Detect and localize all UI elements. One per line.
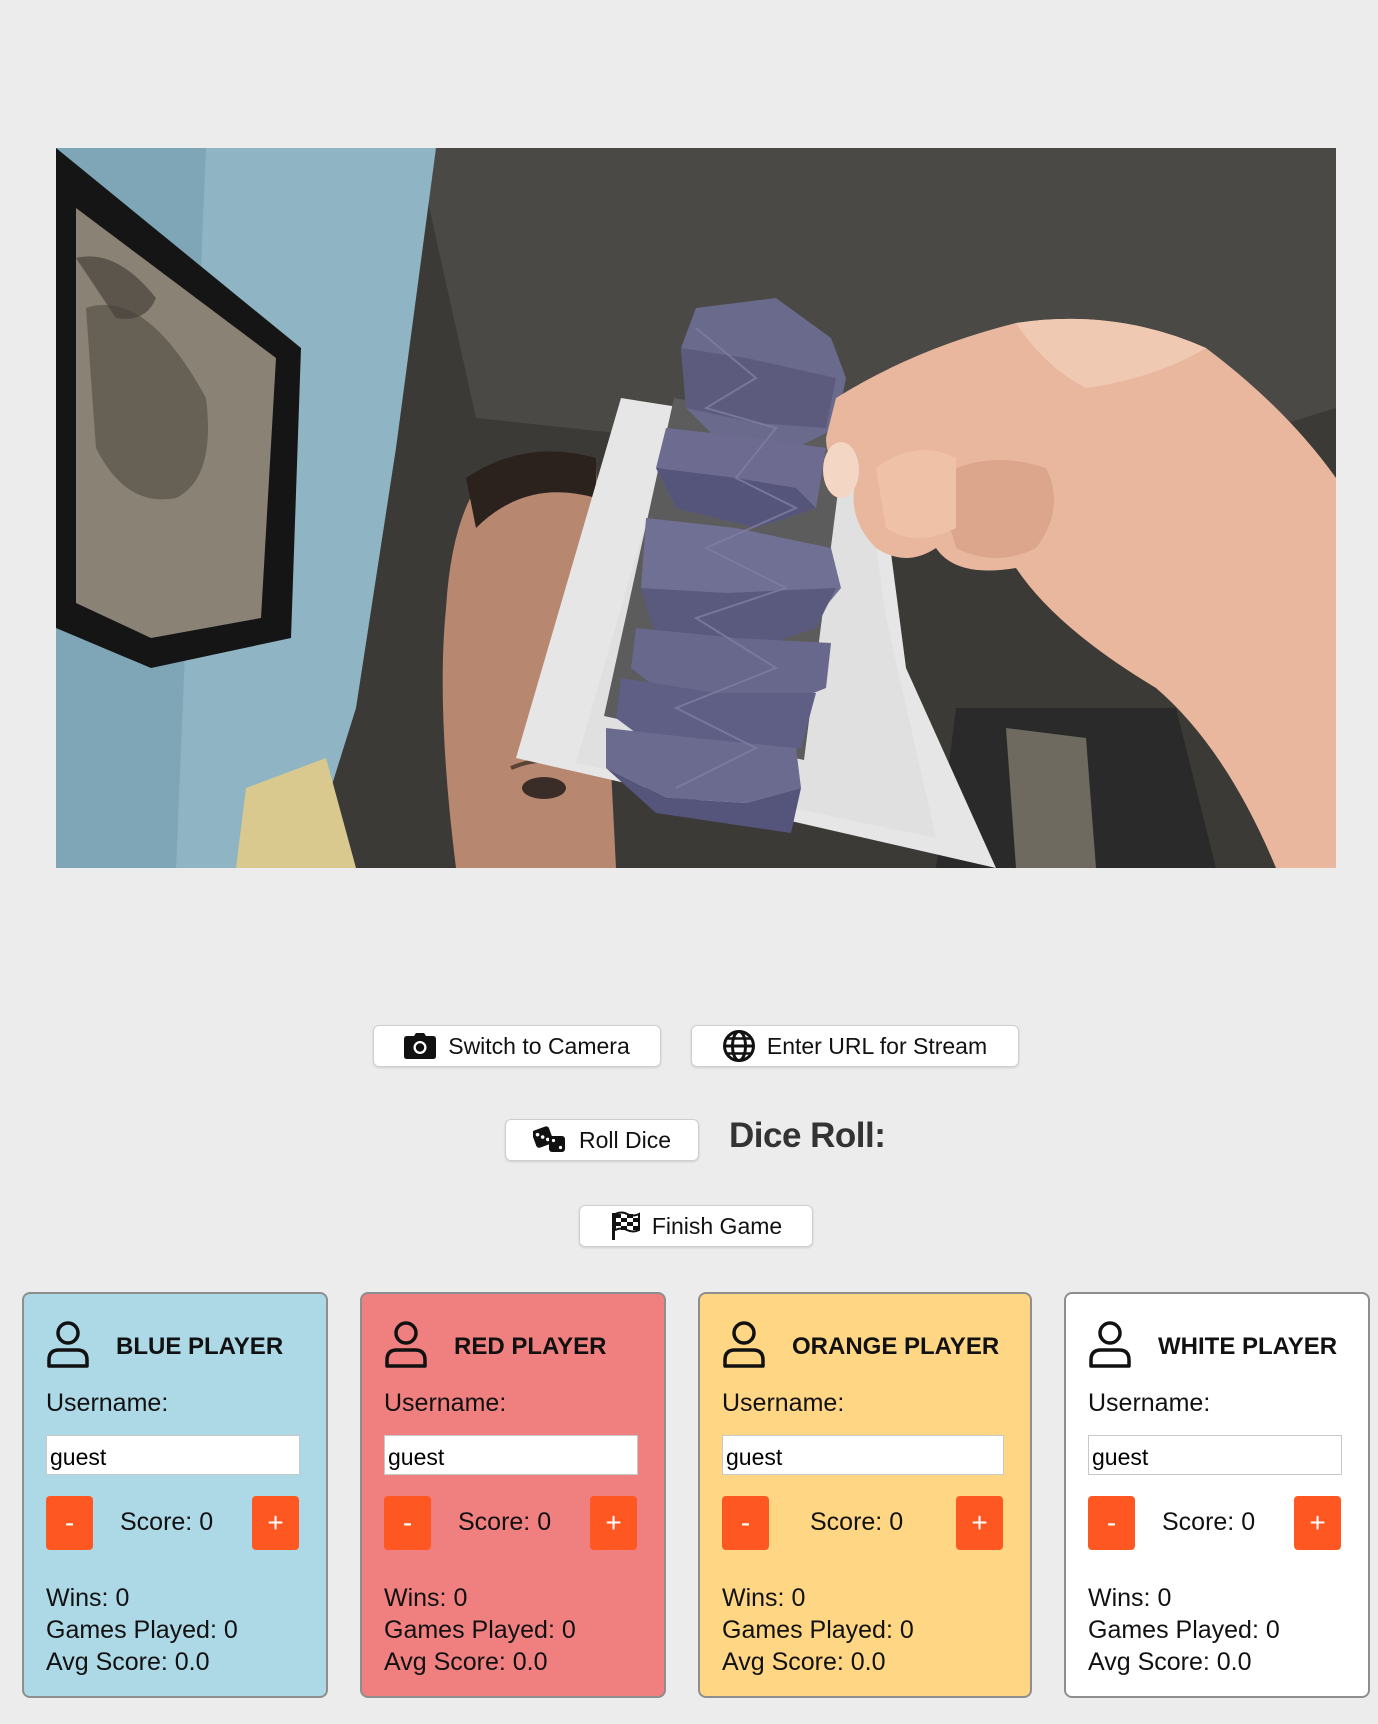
increment-score-button[interactable]: + bbox=[252, 1496, 299, 1550]
decrement-score-button[interactable]: - bbox=[46, 1496, 93, 1550]
player-stats: Wins: 0 Games Played: 0 Avg Score: 0.0 bbox=[384, 1582, 576, 1678]
username-input[interactable] bbox=[384, 1435, 638, 1475]
wins-stat: Wins: 0 bbox=[1088, 1584, 1172, 1612]
increment-score-button[interactable]: + bbox=[1294, 1496, 1341, 1550]
avg-score-stat: Avg Score: 0.0 bbox=[46, 1648, 210, 1676]
score-value: Score: 0 bbox=[120, 1508, 214, 1536]
player-title: BLUE PLAYER bbox=[116, 1332, 284, 1360]
score-value: Score: 0 bbox=[458, 1508, 552, 1536]
player-card-red: RED PLAYER Username: - Score: 0 + Wins: … bbox=[360, 1292, 666, 1698]
dice-roll-result: Dice Roll: bbox=[729, 1116, 886, 1155]
globe-icon bbox=[722, 1030, 755, 1062]
username-input[interactable] bbox=[46, 1435, 300, 1475]
player-stats: Wins: 0 Games Played: 0 Avg Score: 0.0 bbox=[46, 1582, 238, 1678]
player-card-header: WHITE PLAYER bbox=[1088, 1320, 1337, 1373]
player-title: RED PLAYER bbox=[454, 1332, 607, 1360]
wins-stat: Wins: 0 bbox=[46, 1584, 130, 1612]
games-played-stat: Games Played: 0 bbox=[1088, 1616, 1280, 1644]
player-card-header: BLUE PLAYER bbox=[46, 1320, 283, 1373]
user-icon bbox=[1088, 1320, 1132, 1373]
finish-game-label: Finish Game bbox=[651, 1212, 783, 1239]
player-card-header: ORANGE PLAYER bbox=[722, 1320, 999, 1373]
player-card-blue: BLUE PLAYER Username: - Score: 0 + Wins:… bbox=[22, 1292, 328, 1698]
games-played-stat: Games Played: 0 bbox=[722, 1616, 914, 1644]
increment-score-button[interactable]: + bbox=[956, 1496, 1003, 1550]
wins-stat: Wins: 0 bbox=[722, 1584, 806, 1612]
decrement-score-button[interactable]: - bbox=[1088, 1496, 1135, 1550]
decrement-score-button[interactable]: - bbox=[384, 1496, 431, 1550]
enter-url-button[interactable]: Enter URL for Stream bbox=[691, 1025, 1019, 1067]
finish-game-button[interactable]: Finish Game bbox=[579, 1205, 813, 1247]
camera-icon bbox=[404, 1033, 437, 1059]
player-card-white: WHITE PLAYER Username: - Score: 0 + Wins… bbox=[1064, 1292, 1370, 1698]
games-played-stat: Games Played: 0 bbox=[46, 1616, 238, 1644]
score-value: Score: 0 bbox=[1162, 1508, 1256, 1536]
checkered-flag-icon bbox=[610, 1211, 640, 1241]
games-played-stat: Games Played: 0 bbox=[384, 1616, 576, 1644]
avg-score-stat: Avg Score: 0.0 bbox=[1088, 1648, 1252, 1676]
wins-stat: Wins: 0 bbox=[384, 1584, 468, 1612]
username-input[interactable] bbox=[1088, 1435, 1342, 1475]
score-value: Score: 0 bbox=[810, 1508, 904, 1536]
player-title: WHITE PLAYER bbox=[1158, 1332, 1338, 1360]
user-icon bbox=[46, 1320, 90, 1373]
player-card-header: RED PLAYER bbox=[384, 1320, 606, 1373]
username-label: Username: bbox=[722, 1389, 845, 1417]
player-stats: Wins: 0 Games Played: 0 Avg Score: 0.0 bbox=[1088, 1582, 1280, 1678]
video-stream[interactable] bbox=[56, 148, 1336, 868]
username-input[interactable] bbox=[722, 1435, 1004, 1475]
avg-score-stat: Avg Score: 0.0 bbox=[384, 1648, 548, 1676]
user-icon bbox=[384, 1320, 428, 1373]
switch-to-camera-label: Switch to Camera bbox=[448, 1032, 630, 1059]
avg-score-stat: Avg Score: 0.0 bbox=[722, 1648, 886, 1676]
switch-to-camera-button[interactable]: Switch to Camera bbox=[373, 1025, 661, 1067]
roll-dice-label: Roll Dice bbox=[578, 1126, 672, 1153]
username-label: Username: bbox=[46, 1389, 169, 1417]
user-icon bbox=[722, 1320, 766, 1373]
increment-score-button[interactable]: + bbox=[590, 1496, 637, 1550]
roll-dice-button[interactable]: Roll Dice bbox=[505, 1119, 699, 1161]
decrement-score-button[interactable]: - bbox=[722, 1496, 769, 1550]
username-label: Username: bbox=[384, 1389, 507, 1417]
username-label: Username: bbox=[1088, 1389, 1211, 1417]
app-page: Switch to Camera Enter URL for Stream Ro… bbox=[0, 0, 1378, 1724]
dice-icon bbox=[532, 1126, 567, 1154]
player-title: ORANGE PLAYER bbox=[792, 1332, 1000, 1360]
player-card-orange: ORANGE PLAYER Username: - Score: 0 + Win… bbox=[698, 1292, 1032, 1698]
player-stats: Wins: 0 Games Played: 0 Avg Score: 0.0 bbox=[722, 1582, 914, 1678]
enter-url-label: Enter URL for Stream bbox=[766, 1032, 988, 1059]
ar-camera-view bbox=[56, 148, 1336, 868]
